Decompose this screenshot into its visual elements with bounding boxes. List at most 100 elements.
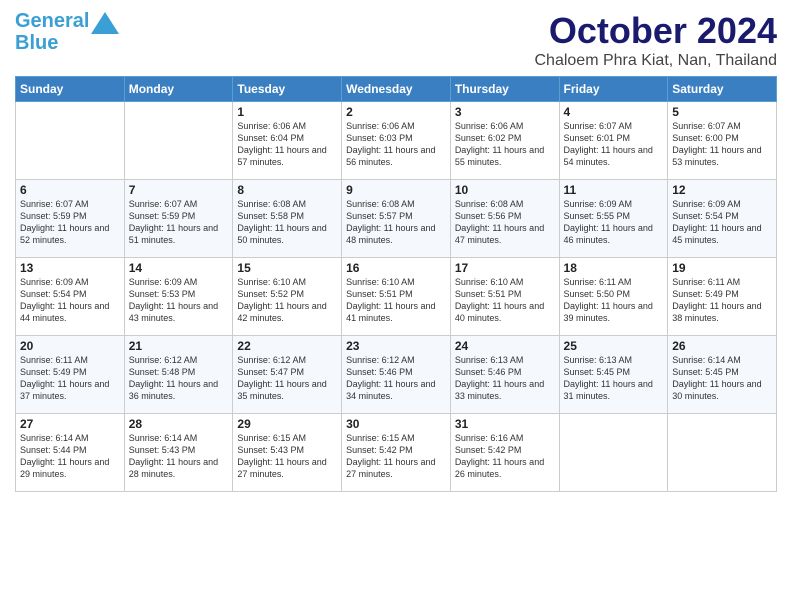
- day-info: Sunrise: 6:12 AMSunset: 5:47 PMDaylight:…: [237, 354, 337, 403]
- day-number: 29: [237, 417, 337, 431]
- calendar-cell: 5Sunrise: 6:07 AMSunset: 6:00 PMDaylight…: [668, 102, 777, 180]
- day-info: Sunrise: 6:08 AMSunset: 5:56 PMDaylight:…: [455, 198, 555, 247]
- day-info: Sunrise: 6:09 AMSunset: 5:54 PMDaylight:…: [672, 198, 772, 247]
- day-number: 18: [564, 261, 664, 275]
- day-info: Sunrise: 6:15 AMSunset: 5:42 PMDaylight:…: [346, 432, 446, 481]
- calendar-header-row: SundayMondayTuesdayWednesdayThursdayFrid…: [16, 77, 777, 102]
- calendar-cell: 6Sunrise: 6:07 AMSunset: 5:59 PMDaylight…: [16, 180, 125, 258]
- day-header-saturday: Saturday: [668, 77, 777, 102]
- day-info: Sunrise: 6:14 AMSunset: 5:43 PMDaylight:…: [129, 432, 229, 481]
- page: General Blue October 2024 Chaloem Phra K…: [0, 0, 792, 612]
- calendar-cell: [559, 414, 668, 492]
- day-info: Sunrise: 6:09 AMSunset: 5:55 PMDaylight:…: [564, 198, 664, 247]
- calendar-cell: 12Sunrise: 6:09 AMSunset: 5:54 PMDayligh…: [668, 180, 777, 258]
- day-number: 5: [672, 105, 772, 119]
- day-info: Sunrise: 6:14 AMSunset: 5:44 PMDaylight:…: [20, 432, 120, 481]
- calendar-cell: 29Sunrise: 6:15 AMSunset: 5:43 PMDayligh…: [233, 414, 342, 492]
- month-title: October 2024: [534, 10, 777, 52]
- calendar-cell: 28Sunrise: 6:14 AMSunset: 5:43 PMDayligh…: [124, 414, 233, 492]
- calendar-cell: 3Sunrise: 6:06 AMSunset: 6:02 PMDaylight…: [450, 102, 559, 180]
- day-number: 19: [672, 261, 772, 275]
- day-number: 24: [455, 339, 555, 353]
- day-number: 22: [237, 339, 337, 353]
- day-info: Sunrise: 6:12 AMSunset: 5:48 PMDaylight:…: [129, 354, 229, 403]
- day-number: 8: [237, 183, 337, 197]
- calendar-cell: 15Sunrise: 6:10 AMSunset: 5:52 PMDayligh…: [233, 258, 342, 336]
- day-number: 14: [129, 261, 229, 275]
- day-number: 1: [237, 105, 337, 119]
- calendar-week-1: 1Sunrise: 6:06 AMSunset: 6:04 PMDaylight…: [16, 102, 777, 180]
- day-number: 15: [237, 261, 337, 275]
- day-number: 3: [455, 105, 555, 119]
- calendar-week-3: 13Sunrise: 6:09 AMSunset: 5:54 PMDayligh…: [16, 258, 777, 336]
- day-info: Sunrise: 6:11 AMSunset: 5:49 PMDaylight:…: [672, 276, 772, 325]
- day-number: 31: [455, 417, 555, 431]
- calendar-week-4: 20Sunrise: 6:11 AMSunset: 5:49 PMDayligh…: [16, 336, 777, 414]
- day-info: Sunrise: 6:07 AMSunset: 5:59 PMDaylight:…: [129, 198, 229, 247]
- calendar-cell: 30Sunrise: 6:15 AMSunset: 5:42 PMDayligh…: [342, 414, 451, 492]
- day-number: 6: [20, 183, 120, 197]
- calendar-cell: 17Sunrise: 6:10 AMSunset: 5:51 PMDayligh…: [450, 258, 559, 336]
- calendar-cell: 19Sunrise: 6:11 AMSunset: 5:49 PMDayligh…: [668, 258, 777, 336]
- calendar-cell: 1Sunrise: 6:06 AMSunset: 6:04 PMDaylight…: [233, 102, 342, 180]
- calendar-cell: 4Sunrise: 6:07 AMSunset: 6:01 PMDaylight…: [559, 102, 668, 180]
- calendar-cell: 23Sunrise: 6:12 AMSunset: 5:46 PMDayligh…: [342, 336, 451, 414]
- day-header-monday: Monday: [124, 77, 233, 102]
- logo-blue: Blue: [15, 32, 58, 54]
- day-info: Sunrise: 6:15 AMSunset: 5:43 PMDaylight:…: [237, 432, 337, 481]
- day-info: Sunrise: 6:13 AMSunset: 5:46 PMDaylight:…: [455, 354, 555, 403]
- day-info: Sunrise: 6:06 AMSunset: 6:02 PMDaylight:…: [455, 120, 555, 169]
- calendar-cell: [668, 414, 777, 492]
- calendar-cell: 8Sunrise: 6:08 AMSunset: 5:58 PMDaylight…: [233, 180, 342, 258]
- day-info: Sunrise: 6:06 AMSunset: 6:03 PMDaylight:…: [346, 120, 446, 169]
- day-info: Sunrise: 6:16 AMSunset: 5:42 PMDaylight:…: [455, 432, 555, 481]
- day-number: 4: [564, 105, 664, 119]
- day-number: 27: [20, 417, 120, 431]
- day-info: Sunrise: 6:07 AMSunset: 5:59 PMDaylight:…: [20, 198, 120, 247]
- day-number: 30: [346, 417, 446, 431]
- calendar-table: SundayMondayTuesdayWednesdayThursdayFrid…: [15, 76, 777, 492]
- day-info: Sunrise: 6:08 AMSunset: 5:57 PMDaylight:…: [346, 198, 446, 247]
- day-header-thursday: Thursday: [450, 77, 559, 102]
- day-info: Sunrise: 6:08 AMSunset: 5:58 PMDaylight:…: [237, 198, 337, 247]
- calendar-cell: 16Sunrise: 6:10 AMSunset: 5:51 PMDayligh…: [342, 258, 451, 336]
- day-number: 12: [672, 183, 772, 197]
- day-info: Sunrise: 6:09 AMSunset: 5:53 PMDaylight:…: [129, 276, 229, 325]
- logo-icon: [91, 12, 119, 34]
- calendar-cell: 2Sunrise: 6:06 AMSunset: 6:03 PMDaylight…: [342, 102, 451, 180]
- calendar-cell: 31Sunrise: 6:16 AMSunset: 5:42 PMDayligh…: [450, 414, 559, 492]
- day-info: Sunrise: 6:13 AMSunset: 5:45 PMDaylight:…: [564, 354, 664, 403]
- day-info: Sunrise: 6:12 AMSunset: 5:46 PMDaylight:…: [346, 354, 446, 403]
- day-number: 23: [346, 339, 446, 353]
- day-number: 21: [129, 339, 229, 353]
- calendar-cell: 13Sunrise: 6:09 AMSunset: 5:54 PMDayligh…: [16, 258, 125, 336]
- calendar-cell: 27Sunrise: 6:14 AMSunset: 5:44 PMDayligh…: [16, 414, 125, 492]
- day-info: Sunrise: 6:06 AMSunset: 6:04 PMDaylight:…: [237, 120, 337, 169]
- day-number: 26: [672, 339, 772, 353]
- day-number: 16: [346, 261, 446, 275]
- day-info: Sunrise: 6:07 AMSunset: 6:00 PMDaylight:…: [672, 120, 772, 169]
- day-header-sunday: Sunday: [16, 77, 125, 102]
- logo-general: General: [15, 10, 89, 32]
- logo: General Blue: [15, 10, 119, 54]
- calendar-cell: 9Sunrise: 6:08 AMSunset: 5:57 PMDaylight…: [342, 180, 451, 258]
- calendar-cell: 10Sunrise: 6:08 AMSunset: 5:56 PMDayligh…: [450, 180, 559, 258]
- calendar-cell: 26Sunrise: 6:14 AMSunset: 5:45 PMDayligh…: [668, 336, 777, 414]
- day-number: 17: [455, 261, 555, 275]
- calendar-cell: 22Sunrise: 6:12 AMSunset: 5:47 PMDayligh…: [233, 336, 342, 414]
- day-header-tuesday: Tuesday: [233, 77, 342, 102]
- calendar-cell: 18Sunrise: 6:11 AMSunset: 5:50 PMDayligh…: [559, 258, 668, 336]
- day-info: Sunrise: 6:10 AMSunset: 5:51 PMDaylight:…: [455, 276, 555, 325]
- day-number: 2: [346, 105, 446, 119]
- day-info: Sunrise: 6:14 AMSunset: 5:45 PMDaylight:…: [672, 354, 772, 403]
- day-number: 25: [564, 339, 664, 353]
- calendar-cell: [124, 102, 233, 180]
- calendar-cell: 11Sunrise: 6:09 AMSunset: 5:55 PMDayligh…: [559, 180, 668, 258]
- day-info: Sunrise: 6:10 AMSunset: 5:51 PMDaylight:…: [346, 276, 446, 325]
- day-number: 20: [20, 339, 120, 353]
- day-info: Sunrise: 6:09 AMSunset: 5:54 PMDaylight:…: [20, 276, 120, 325]
- day-number: 28: [129, 417, 229, 431]
- day-number: 10: [455, 183, 555, 197]
- calendar-cell: 14Sunrise: 6:09 AMSunset: 5:53 PMDayligh…: [124, 258, 233, 336]
- calendar-week-2: 6Sunrise: 6:07 AMSunset: 5:59 PMDaylight…: [16, 180, 777, 258]
